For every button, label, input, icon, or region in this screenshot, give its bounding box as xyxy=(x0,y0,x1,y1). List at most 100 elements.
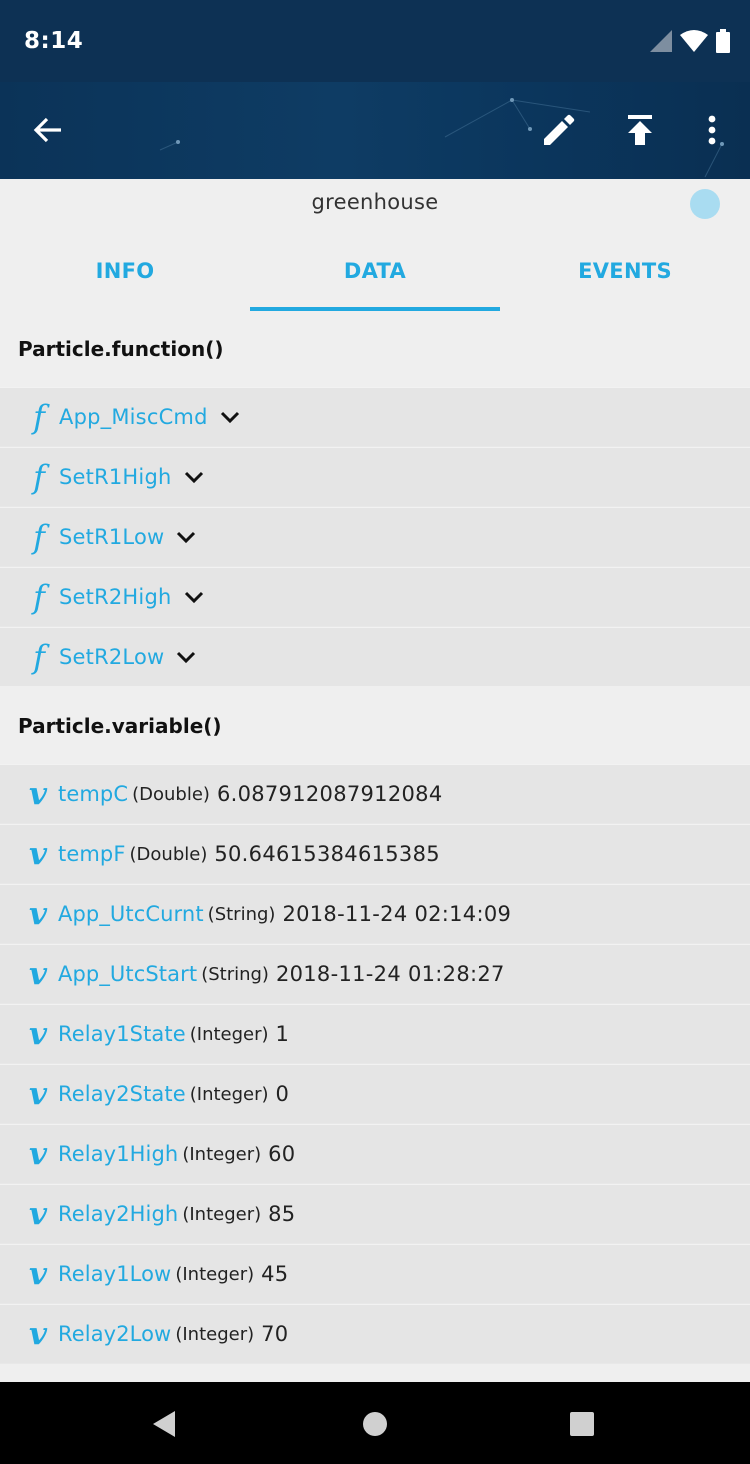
variable-icon: v xyxy=(28,1196,47,1232)
function-name: SetR2High xyxy=(59,585,172,609)
home-circle-icon xyxy=(363,1412,387,1436)
variable-row[interactable]: v tempF (Double) 50.64615384615385 xyxy=(0,824,750,883)
variable-value: 50.64615384615385 xyxy=(214,842,440,866)
app-bar xyxy=(0,82,750,179)
variable-name: App_UtcCurnt xyxy=(58,902,204,926)
variable-name: tempF xyxy=(58,842,126,866)
variable-row[interactable]: v tempC (Double) 6.087912087912084 xyxy=(0,764,750,823)
flash-upload-icon xyxy=(628,115,652,145)
variable-row[interactable]: v Relay1State (Integer) 1 xyxy=(0,1004,750,1063)
variable-type: (Integer) xyxy=(189,1023,269,1045)
variable-row[interactable]: v Relay1Low (Integer) 45 xyxy=(0,1244,750,1303)
variable-type: (Integer) xyxy=(175,1263,255,1285)
function-row[interactable]: f SetR2Low xyxy=(0,627,750,686)
function-icon: f xyxy=(33,518,45,556)
variable-icon: v xyxy=(28,896,47,932)
back-arrow-icon xyxy=(33,117,61,143)
signal-icon xyxy=(650,30,672,52)
function-name: SetR1High xyxy=(59,465,172,489)
tab-bar: INFO DATA EVENTS xyxy=(0,227,750,311)
function-icon: f xyxy=(33,578,45,616)
function-row[interactable]: f App_MiscCmd xyxy=(0,387,750,446)
variable-name: Relay1Low xyxy=(58,1262,172,1286)
device-status-dot xyxy=(690,189,720,219)
list-bottom-spacer xyxy=(0,1364,750,1382)
edit-pencil-icon xyxy=(544,114,575,145)
variable-type: (Double) xyxy=(132,783,210,805)
function-icon: f xyxy=(33,398,45,436)
device-header: greenhouse xyxy=(0,179,750,227)
variable-icon: v xyxy=(28,1256,47,1292)
function-name: App_MiscCmd xyxy=(59,405,208,429)
battery-icon xyxy=(716,29,730,53)
variable-name: Relay2High xyxy=(58,1202,179,1226)
flash-button[interactable] xyxy=(614,104,666,156)
function-row[interactable]: f SetR2High xyxy=(0,567,750,626)
variable-name: Relay1State xyxy=(58,1022,186,1046)
variable-type: (Integer) xyxy=(182,1203,262,1225)
chevron-down-icon[interactable] xyxy=(176,650,196,664)
variable-row[interactable]: v Relay1High (Integer) 60 xyxy=(0,1124,750,1183)
system-nav-bar xyxy=(0,1382,750,1464)
more-button[interactable] xyxy=(686,104,738,156)
variable-icon: v xyxy=(28,836,47,872)
variable-type: (Integer) xyxy=(182,1143,262,1165)
chevron-down-icon[interactable] xyxy=(176,530,196,544)
chevron-down-icon[interactable] xyxy=(220,410,240,424)
tab-data[interactable]: DATA xyxy=(250,227,500,311)
variable-type: (Integer) xyxy=(189,1083,269,1105)
variable-value: 2018-11-24 02:14:09 xyxy=(282,902,512,926)
functions-section-header: Particle.function() xyxy=(0,311,750,387)
nav-recents-button[interactable] xyxy=(560,1402,604,1446)
status-icons xyxy=(650,28,730,54)
variable-row[interactable]: v App_UtcStart (String) 2018-11-24 01:28… xyxy=(0,944,750,1003)
functions-header-label: Particle.function() xyxy=(18,337,224,361)
edit-button[interactable] xyxy=(533,104,585,156)
function-row[interactable]: f SetR1Low xyxy=(0,507,750,566)
back-triangle-icon xyxy=(153,1411,175,1437)
variable-icon: v xyxy=(28,956,47,992)
variable-icon: v xyxy=(28,1316,47,1352)
variable-value: 70 xyxy=(261,1322,289,1346)
function-name: SetR2Low xyxy=(59,645,165,669)
chevron-down-icon[interactable] xyxy=(184,590,204,604)
variable-type: (Double) xyxy=(129,843,208,865)
variable-value: 1 xyxy=(275,1022,290,1046)
status-time: 8:14 xyxy=(24,28,84,54)
variable-value: 85 xyxy=(268,1202,296,1226)
wifi-icon xyxy=(680,30,708,52)
variable-row[interactable]: v Relay2Low (Integer) 70 xyxy=(0,1304,750,1363)
variable-icon: v xyxy=(28,776,47,812)
variable-icon: v xyxy=(28,1076,47,1112)
variable-name: Relay2State xyxy=(58,1082,186,1106)
variable-name: tempC xyxy=(58,782,129,806)
variable-row[interactable]: v Relay2High (Integer) 85 xyxy=(0,1184,750,1243)
variable-value: 0 xyxy=(275,1082,290,1106)
nav-back-button[interactable] xyxy=(142,1402,186,1446)
variable-value: 6.087912087912084 xyxy=(216,782,443,806)
device-name: greenhouse xyxy=(311,190,439,214)
variable-type: (String) xyxy=(207,903,276,925)
function-icon: f xyxy=(33,638,45,676)
variable-name: App_UtcStart xyxy=(58,962,198,986)
nav-home-button[interactable] xyxy=(353,1402,397,1446)
variable-icon: v xyxy=(28,1016,47,1052)
status-bar: 8:14 xyxy=(0,0,750,82)
variable-row[interactable]: v App_UtcCurnt (String) 2018-11-24 02:14… xyxy=(0,884,750,943)
variable-name: Relay2Low xyxy=(58,1322,172,1346)
variable-row[interactable]: v Relay2State (Integer) 0 xyxy=(0,1064,750,1123)
variables-section-header: Particle.variable() xyxy=(0,686,750,764)
function-row[interactable]: f SetR1High xyxy=(0,447,750,506)
chevron-down-icon[interactable] xyxy=(184,470,204,484)
function-name: SetR1Low xyxy=(59,525,165,549)
back-button[interactable] xyxy=(22,104,74,156)
tab-events[interactable]: EVENTS xyxy=(500,227,750,311)
more-vert-icon xyxy=(708,115,716,145)
tab-info[interactable]: INFO xyxy=(0,227,250,311)
function-icon: f xyxy=(33,458,45,496)
variable-type: (Integer) xyxy=(175,1323,255,1345)
variable-value: 60 xyxy=(268,1142,296,1166)
variables-header-label: Particle.variable() xyxy=(18,714,222,738)
variable-value: 45 xyxy=(261,1262,289,1286)
variable-name: Relay1High xyxy=(58,1142,179,1166)
